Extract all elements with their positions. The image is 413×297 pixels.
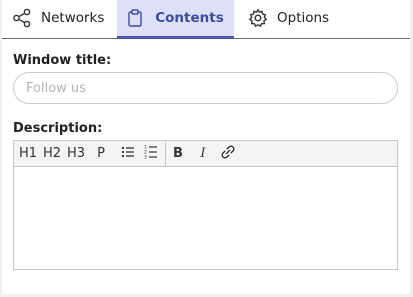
editor-toolbar: H1 H2 H3 P 1 2 3 B I <box>14 141 397 167</box>
description-text-area[interactable] <box>14 167 397 269</box>
tab-options-label: Options <box>277 10 330 26</box>
window-title-label: Window title: <box>13 53 112 68</box>
heading-1-button[interactable]: H1 <box>17 141 39 166</box>
toolbar-divider <box>165 141 166 166</box>
tab-bar: Networks Contents Options <box>2 0 410 39</box>
heading-3-button[interactable]: H3 <box>65 141 87 166</box>
bold-button[interactable]: B <box>169 141 187 166</box>
paragraph-button[interactable]: P <box>92 141 110 166</box>
tab-contents[interactable]: Contents <box>117 0 234 39</box>
tab-options[interactable]: Options <box>248 0 329 36</box>
bullet-list-button[interactable] <box>118 141 138 166</box>
description-label: Description: <box>13 121 103 136</box>
heading-2-button[interactable]: H2 <box>41 141 63 166</box>
tab-contents-label: Contents <box>155 10 224 26</box>
numbered-list-button[interactable]: 1 2 3 <box>141 141 161 166</box>
numbered-list-icon: 1 2 3 <box>144 144 158 163</box>
link-button[interactable] <box>218 141 238 166</box>
description-editor: H1 H2 H3 P 1 2 3 B I <box>13 140 398 270</box>
bullet-list-icon <box>121 145 135 163</box>
clipboard-icon <box>127 9 143 27</box>
link-icon <box>220 144 236 164</box>
widget-settings-panel: Networks Contents Options Window title: … <box>2 0 410 294</box>
tab-networks[interactable]: Networks <box>12 0 104 36</box>
italic-button[interactable]: I <box>194 141 212 166</box>
share-icon <box>12 8 32 28</box>
gear-icon <box>248 8 268 28</box>
svg-text:3: 3 <box>144 155 147 160</box>
tab-networks-label: Networks <box>41 10 105 26</box>
window-title-input[interactable] <box>13 72 398 104</box>
